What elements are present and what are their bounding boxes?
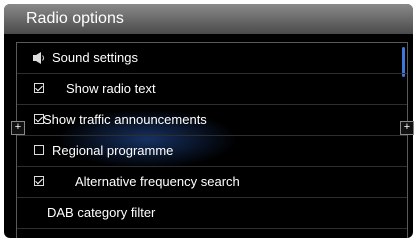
left-plus-icon[interactable]: + xyxy=(11,121,25,135)
sound-settings-label: Sound settings xyxy=(52,50,139,65)
regional-programme-label: Regional programme xyxy=(52,143,174,158)
options-list: Sound settings Show radio text Show traf… xyxy=(16,42,408,238)
dab-category-filter-label: DAB category filter xyxy=(47,205,156,220)
list-item-sound-settings[interactable]: Sound settings xyxy=(17,43,407,74)
page-title: Radio options xyxy=(26,10,124,27)
title-bar: Radio options xyxy=(4,4,413,34)
show-radio-text-label: Show radio text xyxy=(66,81,156,96)
regional-programme-checkbox[interactable] xyxy=(34,145,44,155)
list-item-dab-category-filter[interactable]: DAB category filter xyxy=(17,198,407,229)
radio-options-screen: Radio options Sound settings Show radio … xyxy=(4,4,413,238)
show-traffic-announcements-label: Show traffic announcements xyxy=(43,112,207,127)
show-radio-text-checkbox[interactable] xyxy=(34,83,44,93)
list-item-show-radio-text[interactable]: Show radio text xyxy=(17,74,407,105)
alternative-frequency-search-checkbox[interactable] xyxy=(34,176,44,186)
speaker-icon xyxy=(33,52,44,64)
list-item-show-traffic-announcements[interactable]: Show traffic announcements xyxy=(17,105,407,136)
list-item-regional-programme[interactable]: Regional programme xyxy=(17,136,407,167)
right-plus-icon[interactable]: + xyxy=(400,121,414,135)
list-item-alternative-frequency-search[interactable]: Alternative frequency search xyxy=(17,167,407,198)
alternative-frequency-search-label: Alternative frequency search xyxy=(75,174,240,189)
